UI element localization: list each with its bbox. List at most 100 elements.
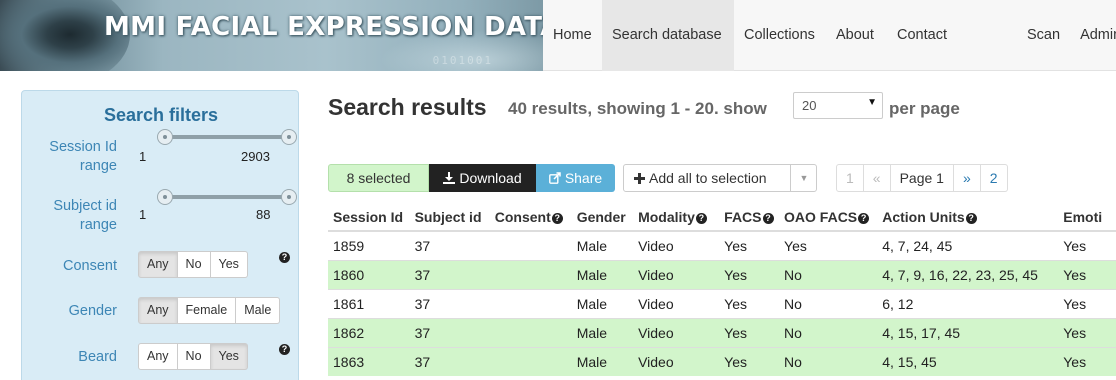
session-id-cell: 1862	[328, 317, 410, 347]
subject-id-min-value: 1	[139, 207, 147, 222]
chevron-down-icon[interactable]: ▼	[790, 165, 817, 191]
table-row[interactable]: 1860 37 Male Video Yes No 4, 7, 9, 16, 22, 23,…	[328, 259, 1116, 289]
site-banner[interactable]: MMI FACIAL EXPRESSION DATABASE 0101001	[0, 0, 543, 71]
share-label: Share	[564, 170, 603, 186]
gender-cell: Male	[571, 259, 634, 289]
nav-admin[interactable]: Admin	[1070, 0, 1116, 71]
table-row[interactable]: 1861 37 Male Video Yes No 6, 12 Yes	[328, 288, 1116, 318]
table-row[interactable]: 1859 37 Male Video Yes Yes 4, 7, 24, 45 Yes	[328, 230, 1116, 260]
pager-next[interactable]: »	[953, 164, 981, 192]
col-gender[interactable]: Gender	[571, 203, 634, 232]
results-table: Session Id Subject id Consent? Gender Mo…	[328, 203, 1116, 376]
col-action-units[interactable]: Action Units?	[877, 203, 1059, 232]
session-id-min-handle[interactable]	[157, 129, 173, 145]
subject-id-cell: 37	[409, 230, 490, 260]
site-title: MMI FACIAL EXPRESSION DATABASE	[104, 12, 543, 42]
subject-id-min-handle[interactable]	[157, 189, 173, 205]
action-units-cell: 4, 15, 17, 45	[877, 317, 1059, 347]
col-session-id[interactable]: Session Id	[328, 203, 410, 232]
beard-no-button[interactable]: No	[177, 343, 211, 370]
per-page-label: per page	[889, 99, 960, 118]
main-nav: Home Search database Collections About C…	[543, 0, 957, 71]
emotion-cell: Yes	[1058, 259, 1116, 289]
oao-facs-cell: No	[779, 259, 878, 289]
gender-toggle: Any Female Male	[138, 297, 281, 324]
consent-cell	[489, 259, 572, 289]
modality-cell: Video	[633, 288, 720, 318]
beard-any-button[interactable]: Any	[138, 343, 178, 370]
share-button[interactable]: Share	[536, 164, 615, 192]
nav-about[interactable]: About	[826, 0, 887, 71]
gender-male-button[interactable]: Male	[236, 297, 281, 324]
consent-help-icon[interactable]: ?	[551, 212, 563, 224]
subject-id-slider[interactable]	[157, 189, 297, 205]
consent-cell	[489, 346, 572, 376]
session-id-cell: 1859	[328, 230, 410, 260]
col-oao-facs[interactable]: OAO FACS?	[779, 203, 878, 232]
consent-help-icon[interactable]: ?	[279, 252, 290, 263]
per-page-select[interactable]: 20 ▼	[793, 92, 883, 119]
modality-cell: Video	[633, 317, 720, 347]
gender-cell: Male	[571, 288, 634, 318]
facs-cell: Yes	[719, 230, 780, 260]
session-id-min-value: 1	[139, 149, 147, 164]
nav-home[interactable]: Home	[543, 0, 602, 71]
session-id-slider[interactable]	[157, 129, 297, 145]
modality-help-icon[interactable]: ?	[695, 212, 707, 224]
facs-cell: Yes	[719, 288, 780, 318]
gender-female-button[interactable]: Female	[177, 297, 237, 324]
consent-cell	[489, 288, 572, 318]
table-body: 1859 37 Male Video Yes Yes 4, 7, 24, 45 Yes 1860…	[328, 230, 1116, 376]
gender-cell: Male	[571, 230, 634, 260]
banner-binary-text: 0101001	[432, 54, 493, 67]
session-id-max-handle[interactable]	[281, 129, 297, 145]
pager-first[interactable]: 1	[836, 164, 864, 192]
session-id-cell: 1863	[328, 346, 410, 376]
oao-facs-cell: No	[779, 317, 878, 347]
col-facs[interactable]: FACS?	[719, 203, 780, 232]
add-all-label: Add all to selection	[649, 170, 767, 186]
modality-cell: Video	[633, 230, 720, 260]
beard-yes-button[interactable]: Yes	[210, 343, 248, 370]
subject-id-cell: 37	[409, 346, 490, 376]
action-units-help-icon[interactable]: ?	[965, 212, 977, 224]
subject-id-max-handle[interactable]	[281, 189, 297, 205]
consent-yes-button[interactable]: Yes	[210, 251, 248, 278]
nav-scan[interactable]: Scan	[1017, 0, 1070, 71]
consent-label: Consent	[62, 258, 117, 274]
facs-help-icon[interactable]: ?	[762, 212, 774, 224]
consent-no-button[interactable]: No	[177, 251, 211, 278]
results-count: 40 results, showing 1 - 20. show	[508, 99, 767, 118]
add-all-to-selection-button[interactable]: Add all to selection	[634, 165, 767, 191]
subject-id-label: Subject id range	[53, 198, 117, 233]
download-button[interactable]: Download	[429, 164, 536, 192]
col-modality[interactable]: Modality?	[633, 203, 720, 232]
gender-any-button[interactable]: Any	[138, 297, 178, 324]
add-all-dropdown: Add all to selection ▼	[623, 164, 817, 192]
nav-contact[interactable]: Contact	[887, 0, 957, 71]
download-icon	[443, 172, 456, 184]
facs-cell: Yes	[719, 317, 780, 347]
nav-search-database[interactable]: Search database	[602, 0, 734, 71]
table-header-row: Session Id Subject id Consent? Gender Mo…	[328, 203, 1116, 232]
consent-toggle: Any No Yes	[138, 251, 248, 278]
consent-cell	[489, 230, 572, 260]
beard-label: Beard	[78, 349, 117, 365]
col-emotion[interactable]: Emoti	[1058, 203, 1116, 232]
col-subject-id[interactable]: Subject id	[409, 203, 490, 232]
table-row[interactable]: 1862 37 Male Video Yes No 4, 15, 17, 45 Yes	[328, 317, 1116, 347]
selected-count-badge[interactable]: 8 selected	[328, 164, 429, 192]
pager-prev[interactable]: «	[863, 164, 891, 192]
session-id-cell: 1861	[328, 288, 410, 318]
pagination: 1 « Page 1 » 2	[836, 164, 1008, 192]
beard-help-icon[interactable]: ?	[279, 344, 290, 355]
table-row[interactable]: 1863 37 Male Video Yes No 4, 15, 45 Yes	[328, 346, 1116, 376]
nav-collections[interactable]: Collections	[734, 0, 826, 71]
col-consent[interactable]: Consent?	[489, 203, 572, 232]
pager-last[interactable]: 2	[980, 164, 1008, 192]
facs-cell: Yes	[719, 346, 780, 376]
oao-facs-help-icon[interactable]: ?	[858, 212, 870, 224]
subject-id-cell: 37	[409, 288, 490, 318]
plus-icon	[634, 173, 645, 184]
consent-any-button[interactable]: Any	[138, 251, 178, 278]
